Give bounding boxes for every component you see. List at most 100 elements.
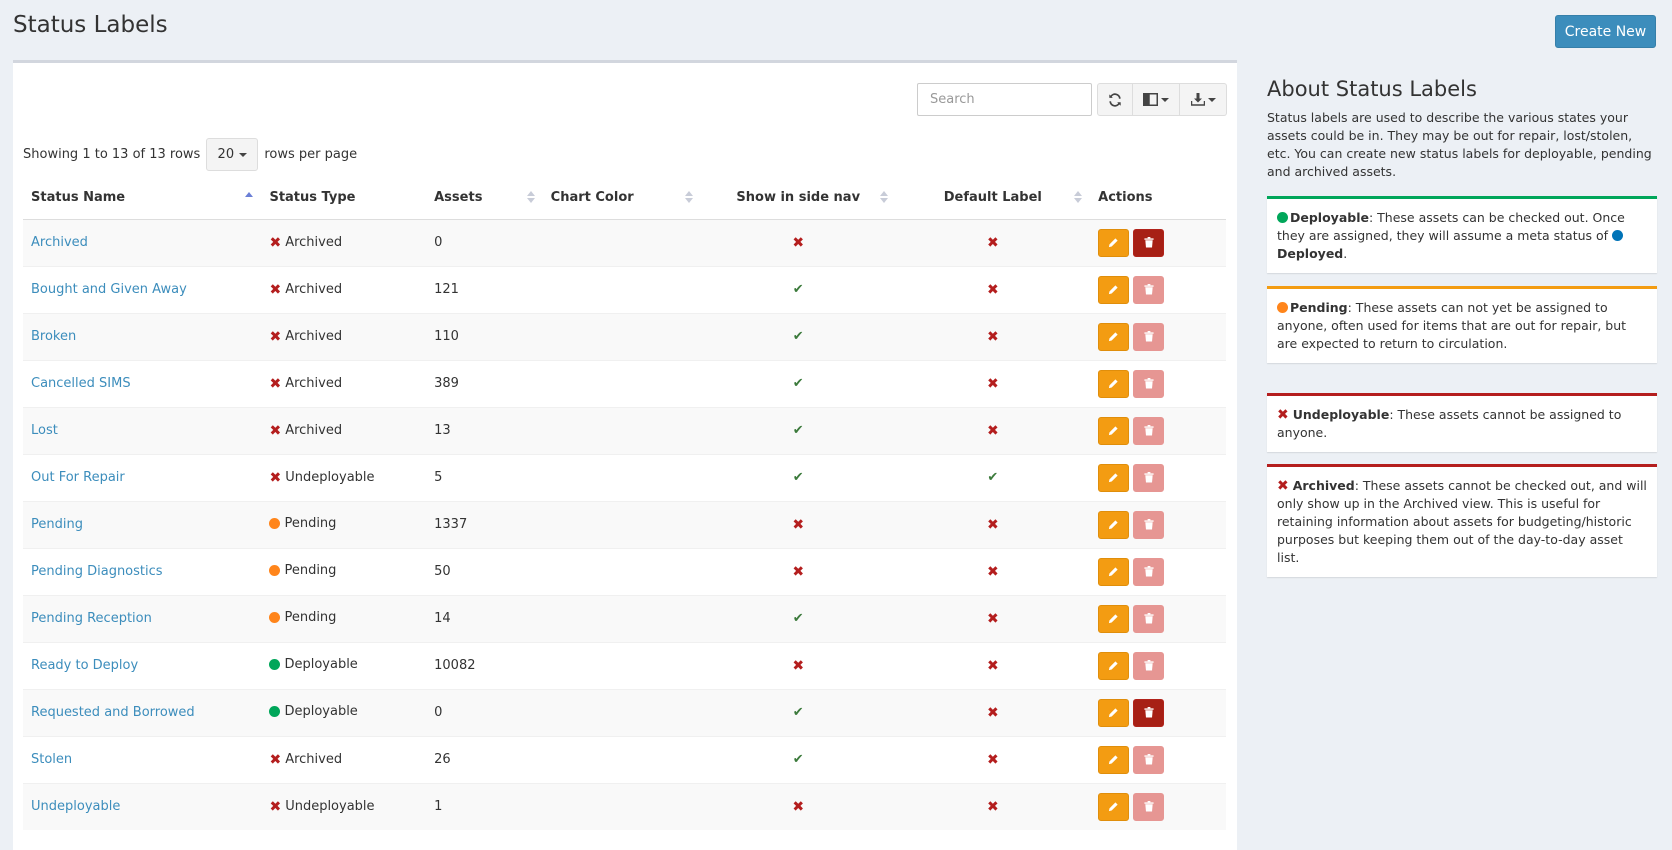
delete-button[interactable] [1133,604,1165,633]
cell-show-in-side-nav: ✔ [700,594,896,642]
delete-button[interactable] [1133,275,1165,304]
cell-actions [1090,688,1226,736]
status-name-link[interactable]: Requested and Borrowed [31,705,195,720]
pencil-icon [1109,285,1118,295]
edit-button[interactable] [1098,275,1130,304]
cell-chart-color [542,359,701,407]
status-name-link[interactable]: Cancelled SIMS [31,376,131,391]
trash-icon [1144,707,1154,718]
column-header-status-name[interactable]: Status Name [23,176,262,220]
about-title: About Status Labels [1267,77,1477,101]
edit-button[interactable] [1098,463,1130,492]
status-type-label: Archived [285,423,343,438]
create-new-button[interactable]: Create New [1555,15,1656,48]
edit-button[interactable] [1098,510,1130,539]
toolbar-button-group [1097,83,1227,116]
delete-button[interactable] [1133,322,1165,351]
edit-button[interactable] [1098,228,1130,257]
edit-button[interactable] [1098,416,1130,445]
x-icon: ✖ [269,234,282,251]
cell-status-name: Pending Diagnostics [23,547,262,595]
delete-button[interactable] [1133,745,1165,774]
cell-default-label: ✖ [895,782,1091,830]
x-icon: ✖ [269,328,282,345]
info-box-undeployable: ✖ Undeployable: These assets cannot be a… [1267,393,1657,452]
status-name-link[interactable]: Pending Reception [31,611,152,626]
trash-icon [1144,237,1154,248]
delete-button[interactable] [1133,228,1165,257]
cell-show-in-side-nav: ✔ [700,312,896,360]
delete-button[interactable] [1133,651,1165,680]
edit-button[interactable] [1098,369,1130,398]
export-button[interactable] [1180,83,1227,116]
status-type-label: Pending [284,563,337,578]
edit-button[interactable] [1098,557,1130,586]
cell-status-name: Pending Reception [23,594,262,642]
pending-dot-icon [269,612,281,623]
status-type-label: Archived [285,282,343,297]
x-icon: ✖ [269,281,282,298]
status-name-link[interactable]: Pending Diagnostics [31,564,163,579]
edit-button[interactable] [1098,698,1130,727]
deployable-label: Deployable [1290,210,1369,225]
table-row: Requested and Borrowed Deployable 0 ✔ ✖ [23,688,1226,736]
delete-button[interactable] [1133,369,1165,398]
pending-dot-icon [269,565,281,576]
column-header-assets[interactable]: Assets [426,176,543,220]
cell-assets: 5 [426,453,543,501]
status-name-link[interactable]: Archived [31,235,88,250]
cell-default-label: ✖ [895,359,1091,407]
delete-button[interactable] [1133,698,1165,727]
cell-status-type: ✖ Archived [261,218,427,266]
delete-button[interactable] [1133,463,1165,492]
status-name-link[interactable]: Undeployable [31,799,120,814]
edit-button[interactable] [1098,651,1130,680]
edit-button[interactable] [1098,792,1130,821]
status-type-label: Deployable [284,657,358,672]
status-name-link[interactable]: Bought and Given Away [31,282,187,297]
delete-button[interactable] [1133,792,1165,821]
status-name-link[interactable]: Out For Repair [31,470,125,485]
edit-button[interactable] [1098,745,1130,774]
delete-button[interactable] [1133,557,1165,586]
table-row: Bought and Given Away ✖ Archived 121 ✔ ✖ [23,265,1226,313]
status-name-link[interactable]: Ready to Deploy [31,658,138,673]
x-icon: ✖ [986,234,999,251]
trash-icon [1144,613,1154,624]
sort-icon [1074,191,1083,204]
column-header-default-label[interactable]: Default Label [895,176,1091,220]
cell-status-type: ✖ Undeployable [261,782,427,830]
x-icon: ✖ [986,610,999,627]
edit-button[interactable] [1098,322,1130,351]
x-icon: ✖ [986,751,999,768]
x-icon: ✖ [269,469,282,486]
status-name-link[interactable]: Pending [31,517,83,532]
column-header-status-type[interactable]: Status Type [261,176,427,220]
status-name-link[interactable]: Stolen [31,752,72,767]
columns-icon [1143,93,1158,106]
cell-assets: 0 [426,688,543,736]
column-header-chart-color[interactable]: Chart Color [542,176,701,220]
cell-default-label: ✖ [895,735,1091,783]
cell-actions [1090,453,1226,501]
search-input[interactable] [917,83,1092,116]
edit-button[interactable] [1098,604,1130,633]
pending-dot-icon [269,518,281,529]
status-name-link[interactable]: Lost [31,423,58,438]
delete-button[interactable] [1133,416,1165,445]
page-size-select[interactable]: 20 [206,138,259,171]
status-name-link[interactable]: Broken [31,329,76,344]
cell-show-in-side-nav: ✔ [700,735,896,783]
delete-button[interactable] [1133,510,1165,539]
columns-toggle-button[interactable] [1133,83,1180,116]
chevron-down-icon [1161,97,1169,102]
status-type-label: Archived [285,376,343,391]
cell-chart-color [542,735,701,783]
cell-actions [1090,500,1226,548]
table-row: Broken ✖ Archived 110 ✔ ✖ [23,312,1226,360]
cell-actions [1090,359,1226,407]
x-icon: ✖ [792,563,805,580]
refresh-button[interactable] [1097,83,1133,116]
cell-status-type: Deployable [261,641,427,689]
column-header-show-in-side-nav[interactable]: Show in side nav [700,176,896,220]
